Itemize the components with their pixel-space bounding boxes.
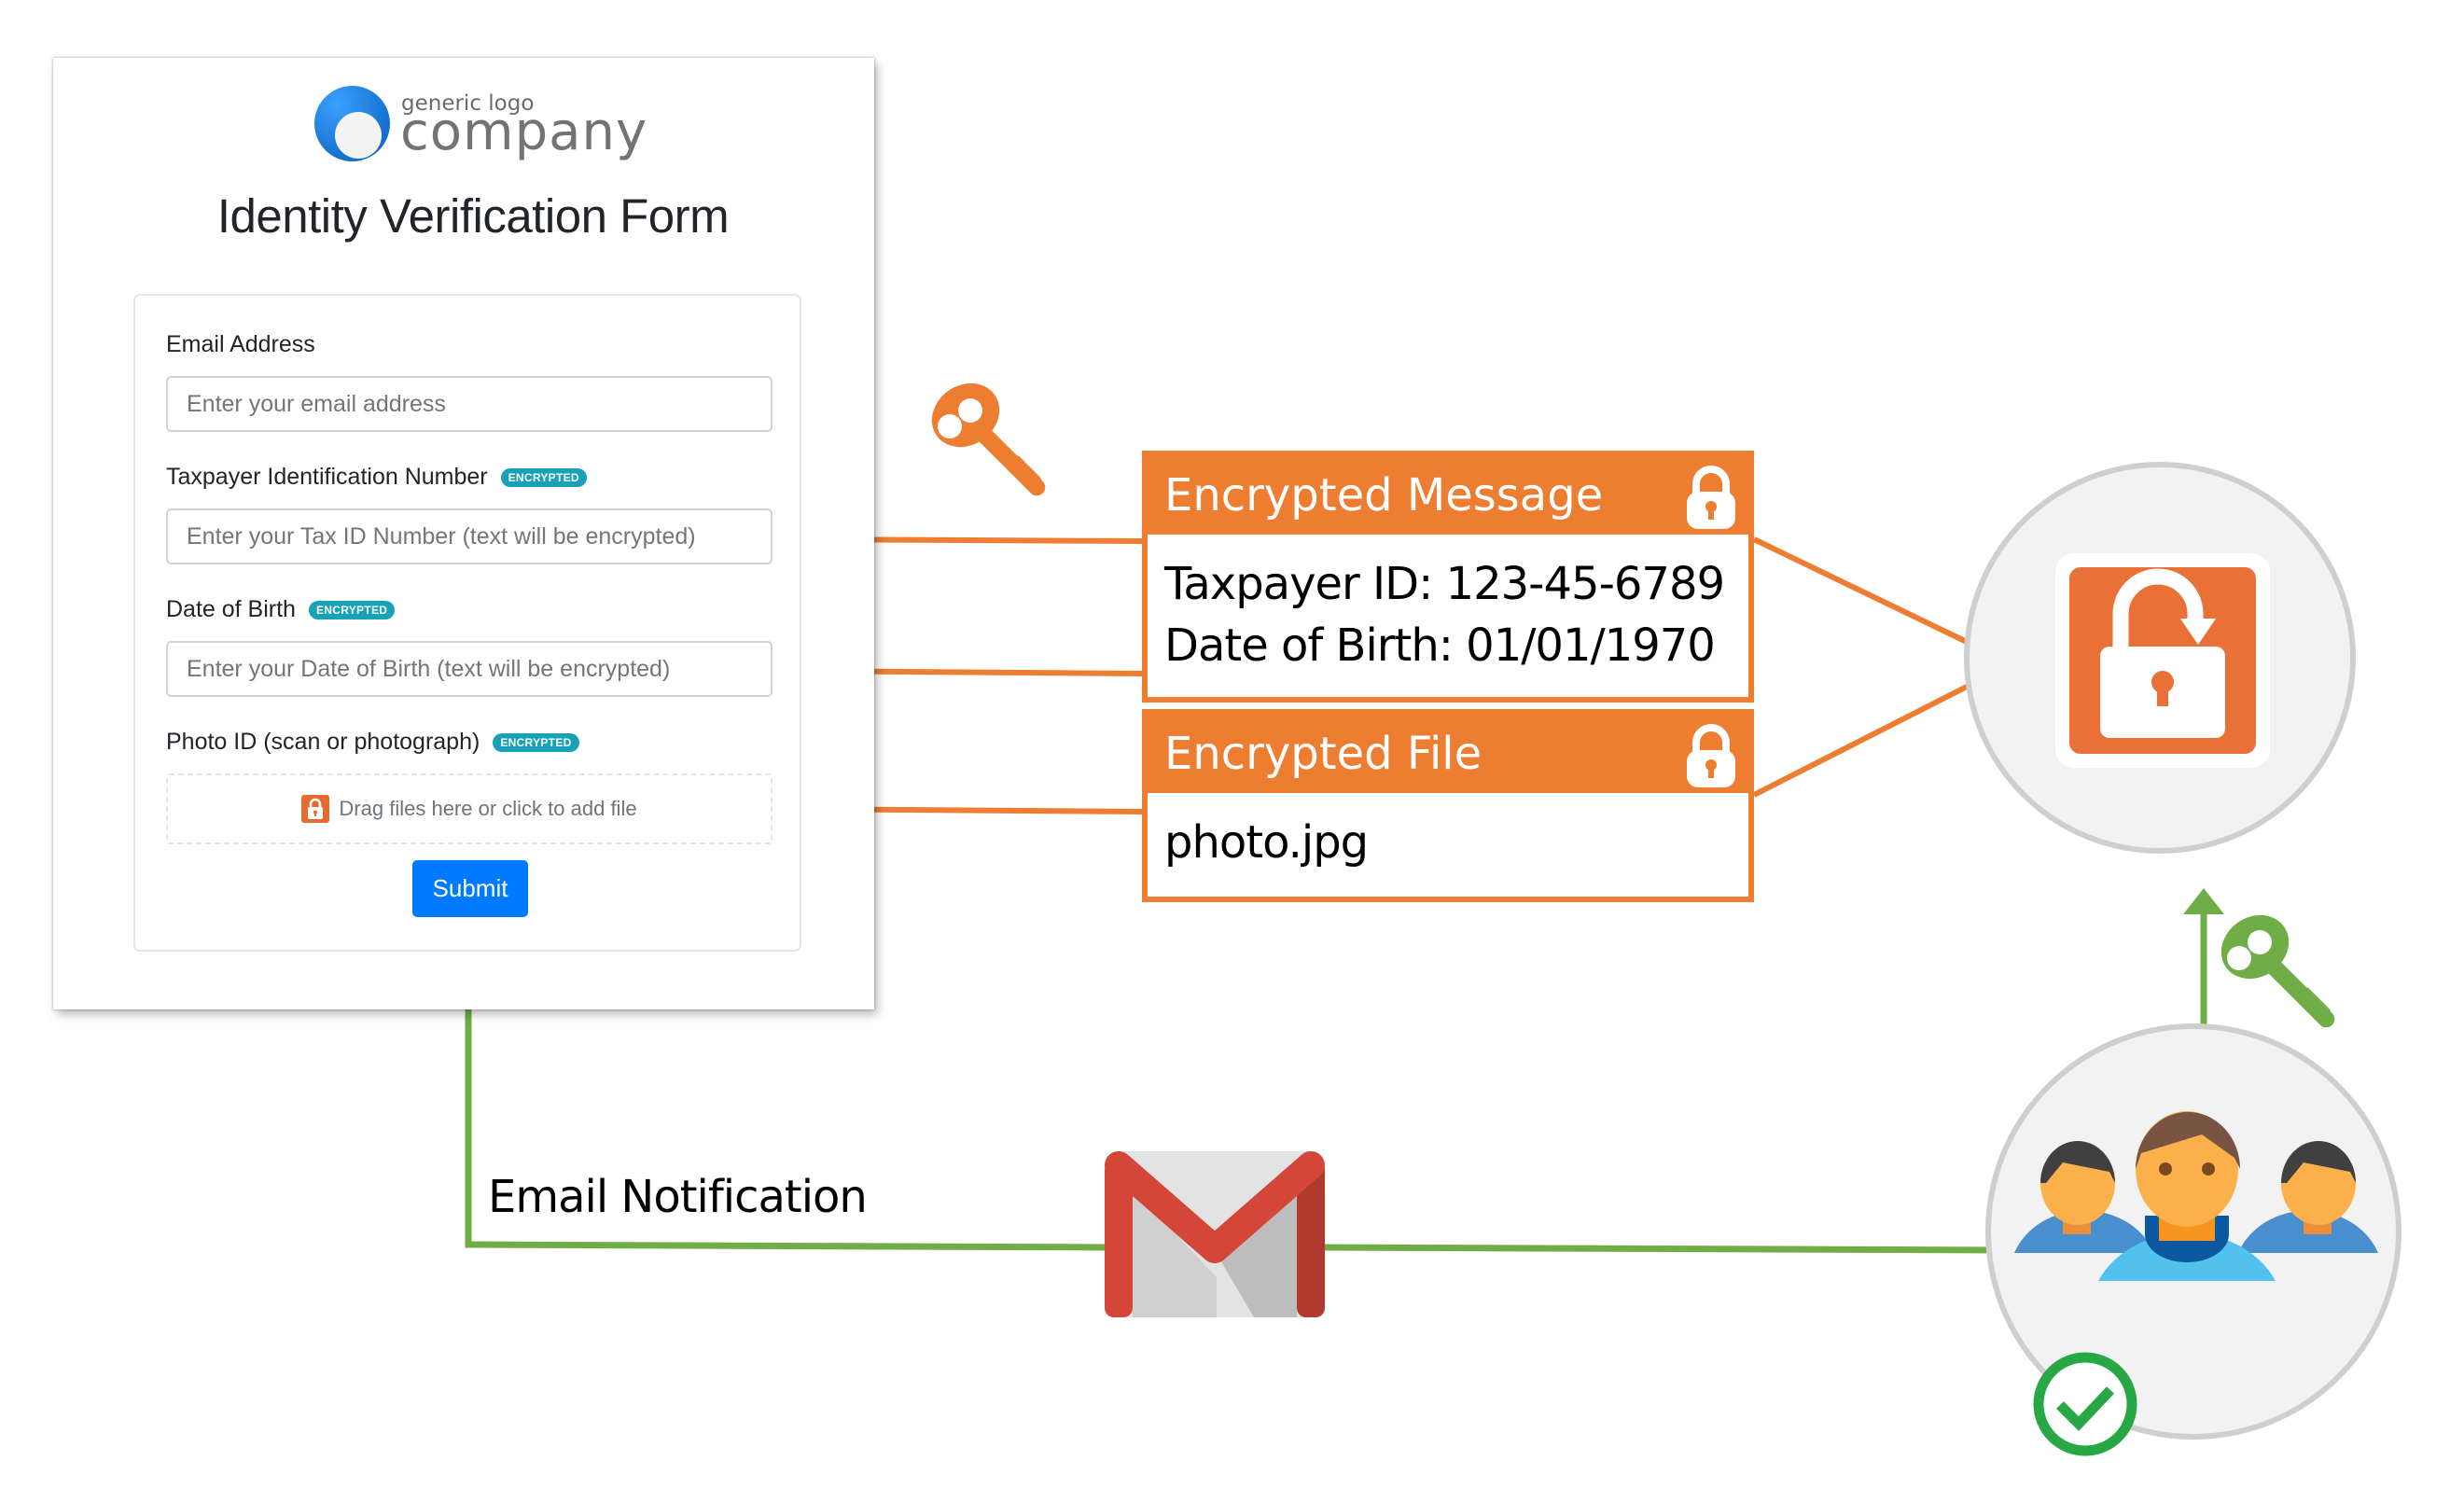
connector-message-to-unlock (1752, 536, 1969, 645)
check-circle-icon (2033, 1352, 2137, 1456)
connector-email-to-users (1319, 1244, 2007, 1254)
encrypted-dob-line: Date of Birth: 01/01/1970 (1164, 619, 1716, 672)
photo-label: Photo ID (scan or photograph) ENCRYPTED (166, 729, 579, 756)
submit-button[interactable]: Submit (412, 860, 528, 917)
encrypted-filename: photo.jpg (1164, 816, 1369, 869)
lock-icon (1687, 724, 1735, 787)
lock-icon (301, 795, 330, 823)
logo-wordmark: company (400, 102, 648, 162)
encrypted-taxid-line: Taxpayer ID: 123-45-6789 (1164, 558, 1725, 610)
encrypted-message-header: Encrypted Message (1148, 456, 1748, 535)
dob-input[interactable] (166, 641, 773, 697)
email-input[interactable] (166, 376, 773, 432)
dropzone-text: Drag files here or click to add file (339, 797, 637, 820)
email-notification-label: Email Notification (488, 1171, 868, 1223)
photo-dropzone[interactable]: Drag files here or click to add file (166, 773, 773, 844)
encrypted-badge: ENCRYPTED (308, 601, 396, 619)
key-icon (2220, 914, 2335, 1028)
email-label-text: Email Address (166, 331, 315, 357)
email-label: Email Address (166, 331, 315, 358)
lock-icon (1687, 466, 1735, 529)
connector-file-to-unlock (1752, 684, 1969, 798)
form-title: Identity Verification Form (216, 189, 730, 243)
encrypted-file-box: Encrypted File photo.jpg (1142, 709, 1754, 902)
decryption-node (1964, 462, 2356, 854)
encrypted-message-title: Encrypted Message (1164, 469, 1604, 522)
unlock-icon (2055, 553, 2270, 768)
form-fields-card: Email Address Taxpayer Identification Nu… (133, 294, 801, 952)
users-group-icon (2014, 1111, 2378, 1281)
encrypted-message-body: Taxpayer ID: 123-45-6789 Date of Birth: … (1148, 535, 1748, 695)
identity-form-card: generic logo company Identity Verificati… (53, 58, 874, 1009)
encrypted-file-body: photo.jpg (1148, 793, 1748, 892)
taxid-label-text: Taxpayer Identification Number (166, 464, 488, 490)
encrypted-badge: ENCRYPTED (493, 733, 579, 752)
dob-label: Date of Birth ENCRYPTED (166, 596, 396, 623)
encrypted-file-title: Encrypted File (1164, 728, 1483, 780)
taxid-input[interactable] (166, 508, 773, 564)
dob-label-text: Date of Birth (166, 596, 296, 622)
taxid-label: Taxpayer Identification Number ENCRYPTED (166, 464, 587, 491)
encrypted-badge: ENCRYPTED (500, 468, 587, 487)
encrypted-file-header: Encrypted File (1148, 715, 1748, 793)
company-logo: generic logo company (314, 86, 706, 165)
gmail-icon (1105, 1151, 1325, 1317)
photo-label-text: Photo ID (scan or photograph) (166, 729, 480, 755)
key-icon (931, 383, 1046, 496)
logo-mark-icon (314, 86, 390, 161)
encrypted-message-box: Encrypted Message Taxpayer ID: 123-45-67… (1142, 451, 1754, 703)
